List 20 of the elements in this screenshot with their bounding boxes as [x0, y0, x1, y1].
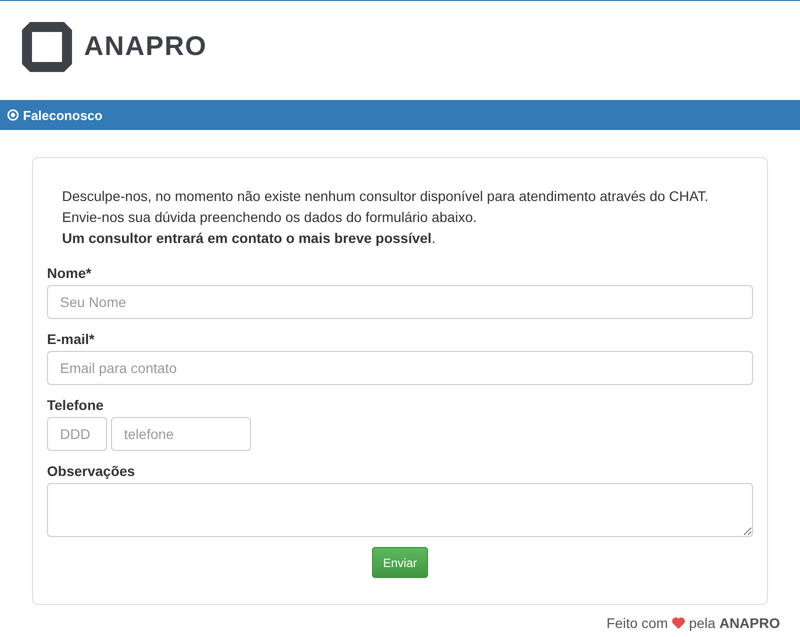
submit-button[interactable]: Enviar	[372, 547, 428, 578]
footer-text: pela ANAPRO	[688, 615, 780, 631]
textarea-field[interactable]	[47, 483, 753, 537]
input-field[interactable]: telefone	[111, 417, 251, 451]
heart-icon	[672, 617, 685, 629]
message-text: Desculpe-nos, no momento não existe nenhum consultor disponível para atendimento através do CHAT.	[62, 187, 710, 206]
message-text: Um consultor entrará em contato o mais breve possível.	[62, 229, 436, 248]
footer-text: Feito com	[606, 615, 668, 631]
section-title: Faleconosco	[23, 108, 102, 122]
circle-icon	[7, 109, 19, 121]
input-field[interactable]: DDD	[47, 417, 107, 451]
logo-text: ANAPRO	[84, 31, 208, 62]
input-field[interactable]: Email para contato	[47, 351, 753, 385]
field-label: E-mail*	[47, 331, 96, 347]
field-label: Nome*	[47, 265, 92, 281]
input-field[interactable]: Seu Nome	[47, 285, 753, 319]
logo-icon	[22, 22, 72, 72]
field-label: Observações	[47, 463, 136, 479]
field-label: Telefone	[47, 397, 105, 413]
message-text: Envie-nos sua dúvida preenchendo os dados do formulário abaixo.	[62, 208, 478, 227]
